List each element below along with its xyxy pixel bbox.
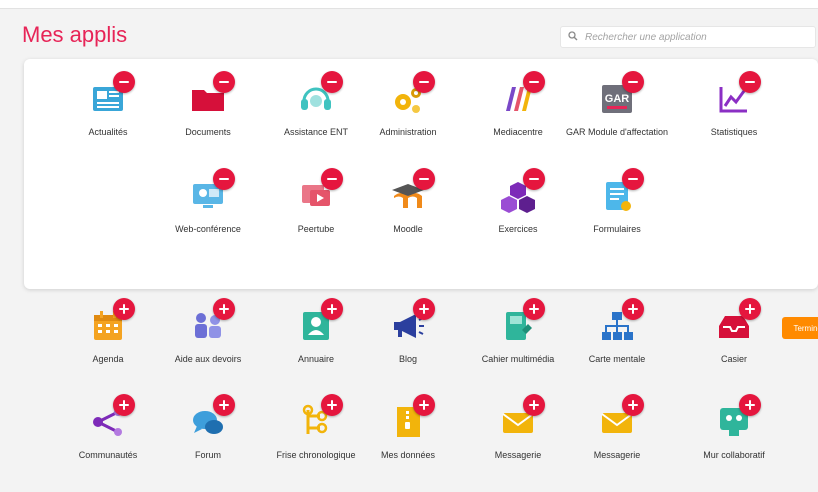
app-tile-messagerie[interactable]: Messagerie bbox=[463, 394, 573, 492]
app-label: Cahier multimédia bbox=[481, 354, 555, 364]
minus-icon bbox=[628, 178, 638, 180]
add-app-button[interactable] bbox=[739, 394, 761, 416]
minus-icon bbox=[529, 81, 539, 83]
app-label: Mur collaboratif bbox=[703, 450, 765, 460]
app-label: Messagerie bbox=[593, 450, 641, 460]
remove-app-button[interactable] bbox=[213, 168, 235, 190]
add-app-button[interactable] bbox=[113, 298, 135, 320]
add-app-button[interactable] bbox=[213, 394, 235, 416]
app-label: Mes données bbox=[380, 450, 436, 460]
app-tile-mur-collaboratif[interactable]: Mur collaboratif bbox=[679, 394, 789, 492]
active-apps-panel: Actualités Documents Assistance ENT Adminis… bbox=[24, 59, 818, 339]
app-tile-formulaires[interactable]: Formulaires bbox=[562, 168, 672, 266]
app-label: Documents bbox=[185, 127, 231, 137]
app-tile-mediacentre[interactable]: Mediacentre bbox=[463, 71, 573, 169]
app-tile-web-conference[interactable]: Web-conférence bbox=[153, 168, 263, 266]
app-tile-carte-mentale[interactable]: Carte mentale bbox=[562, 298, 672, 396]
app-label: GAR Module d'affectation bbox=[565, 127, 669, 137]
app-tile-blog[interactable]: Blog bbox=[353, 298, 463, 396]
app-tile-gar-module-d-affectation[interactable]: GAR GAR Module d'affectation bbox=[562, 71, 672, 169]
app-tile-cahier-multimedia[interactable]: Cahier multimédia bbox=[463, 298, 573, 396]
minus-icon bbox=[419, 178, 429, 180]
app-label: Blog bbox=[398, 354, 417, 364]
add-app-button[interactable] bbox=[622, 298, 644, 320]
app-tile-actualites[interactable]: Actualités bbox=[53, 71, 163, 169]
minus-icon bbox=[219, 81, 229, 83]
remove-app-button[interactable] bbox=[413, 71, 435, 93]
remove-app-button[interactable] bbox=[622, 168, 644, 190]
remove-app-button[interactable] bbox=[523, 168, 545, 190]
add-app-button[interactable] bbox=[622, 394, 644, 416]
top-bar bbox=[0, 0, 818, 9]
app-label: Formulaires bbox=[593, 224, 641, 234]
app-tile-agenda[interactable]: Agenda bbox=[53, 298, 163, 396]
add-app-button[interactable] bbox=[739, 298, 761, 320]
search-box[interactable] bbox=[560, 26, 816, 48]
remove-app-button[interactable] bbox=[413, 168, 435, 190]
add-app-button[interactable] bbox=[413, 298, 435, 320]
remove-app-button[interactable] bbox=[523, 71, 545, 93]
remove-app-button[interactable] bbox=[622, 71, 644, 93]
add-app-button[interactable] bbox=[523, 394, 545, 416]
app-label: Exercices bbox=[498, 224, 538, 234]
app-tile-forum[interactable]: Forum bbox=[153, 394, 263, 492]
app-tile-exercices[interactable]: Exercices bbox=[463, 168, 573, 266]
add-app-button[interactable] bbox=[413, 394, 435, 416]
minus-icon bbox=[419, 81, 429, 83]
app-label: Actualités bbox=[88, 127, 128, 137]
add-app-button[interactable] bbox=[321, 394, 343, 416]
remove-app-button[interactable] bbox=[213, 71, 235, 93]
app-label: Administration bbox=[379, 127, 437, 137]
remove-app-button[interactable] bbox=[321, 71, 343, 93]
app-label: Web-conférence bbox=[175, 224, 241, 234]
app-label: Agenda bbox=[92, 354, 124, 364]
app-label: Statistiques bbox=[710, 127, 758, 137]
add-app-button[interactable] bbox=[113, 394, 135, 416]
app-label: Mediacentre bbox=[493, 127, 543, 137]
svg-text:GAR: GAR bbox=[605, 93, 630, 105]
app-tile-aide-aux-devoirs[interactable]: Aide aux devoirs bbox=[153, 298, 263, 396]
app-tile-mes-donnees[interactable]: Mes données bbox=[353, 394, 463, 492]
remove-app-button[interactable] bbox=[321, 168, 343, 190]
app-label: Casier bbox=[720, 354, 747, 364]
page-title: Mes applis bbox=[22, 22, 128, 47]
minus-icon bbox=[327, 178, 337, 180]
minus-icon bbox=[529, 178, 539, 180]
search-input[interactable] bbox=[585, 31, 805, 43]
app-tile-messagerie[interactable]: Messagerie bbox=[562, 394, 672, 492]
app-tile-administration[interactable]: Administration bbox=[353, 71, 463, 169]
minus-icon bbox=[628, 81, 638, 83]
search-icon bbox=[561, 30, 585, 44]
remove-app-button[interactable] bbox=[113, 71, 135, 93]
minus-icon bbox=[745, 81, 755, 83]
app-tile-statistiques[interactable]: Statistiques bbox=[679, 71, 789, 169]
app-tile-moodle[interactable]: Moodle bbox=[353, 168, 463, 266]
app-label: Moodle bbox=[393, 224, 423, 234]
app-tile-casier[interactable]: Casier bbox=[679, 298, 789, 396]
app-label: Aide aux devoirs bbox=[174, 354, 242, 364]
add-app-button[interactable] bbox=[523, 298, 545, 320]
minus-icon bbox=[327, 81, 337, 83]
app-label: Forum bbox=[194, 450, 221, 460]
app-label: Messagerie bbox=[494, 450, 542, 460]
remove-app-button[interactable] bbox=[739, 71, 761, 93]
add-app-button[interactable] bbox=[321, 298, 343, 320]
minus-icon bbox=[119, 81, 129, 83]
app-tile-communautes[interactable]: Communautés bbox=[53, 394, 163, 492]
app-tile-documents[interactable]: Documents bbox=[153, 71, 263, 169]
app-label: Carte mentale bbox=[588, 354, 646, 364]
app-label: Communautés bbox=[78, 450, 138, 460]
add-app-button[interactable] bbox=[213, 298, 235, 320]
minus-icon bbox=[219, 178, 229, 180]
